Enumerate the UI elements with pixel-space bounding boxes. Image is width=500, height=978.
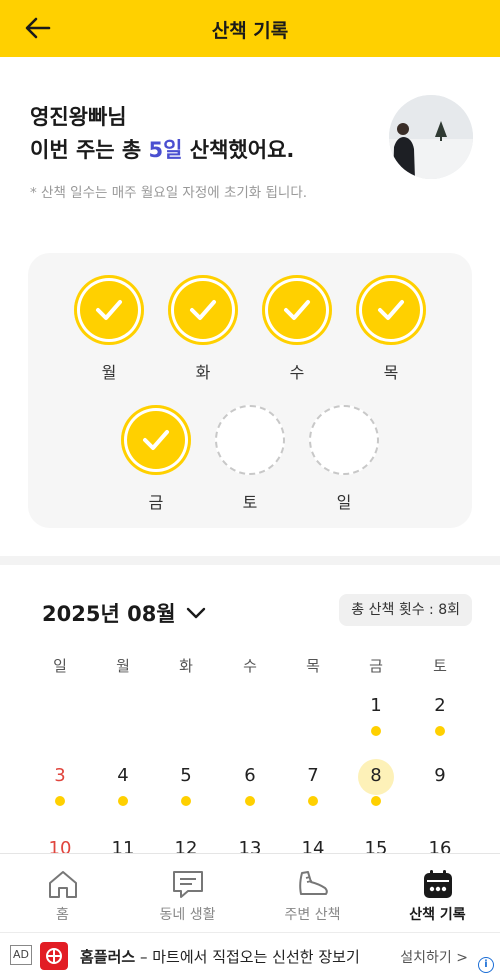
walk-dot — [118, 796, 128, 806]
section-divider — [0, 556, 500, 565]
page-title: 산책 기록 — [211, 20, 289, 42]
day-sun: 일 — [309, 405, 379, 513]
weekday-label: 금 — [369, 657, 383, 675]
check-icon — [143, 430, 169, 450]
ad-info-icon[interactable]: i — [478, 957, 494, 973]
walk-dot — [371, 796, 381, 806]
shoe-icon — [299, 871, 328, 895]
ad-tag: AD — [10, 945, 32, 965]
calendar-date[interactable]: 5 — [166, 765, 206, 786]
weekday-label: 화 — [179, 657, 193, 675]
weekday-label: 토 — [433, 657, 447, 675]
day-label: 토 — [242, 493, 258, 512]
weekly-summary: 이번 주는 총 5일 산책했어요. — [30, 134, 294, 164]
day-label: 월 — [101, 363, 117, 382]
app-header: 산책 기록 — [0, 0, 500, 57]
nav-label: 동네 생활 — [159, 907, 216, 923]
walk-dot — [181, 796, 191, 806]
check-icon — [190, 300, 216, 320]
day-label: 수 — [289, 363, 305, 382]
weekly-walk-card: 월 화 수 목 금 토 일 — [28, 253, 472, 528]
calendar-date[interactable]: 6 — [230, 765, 270, 786]
day-label: 화 — [195, 363, 211, 382]
day-tue: 화 — [168, 275, 238, 383]
check-icon — [284, 300, 310, 320]
walk-dot — [308, 796, 318, 806]
day-label: 금 — [148, 493, 164, 512]
day-label: 목 — [383, 363, 399, 382]
chat-icon — [173, 871, 203, 898]
user-name: 영진왕빠님 — [30, 105, 127, 129]
calendar-date[interactable]: 2 — [420, 695, 460, 716]
calendar-date[interactable]: 9 — [420, 765, 460, 786]
summary-prefix: 이번 주는 총 — [30, 138, 149, 162]
walk-dot — [435, 726, 445, 736]
walk-empty-badge — [215, 405, 285, 475]
calendar-date[interactable]: 4 — [103, 765, 143, 786]
weekday-label: 일 — [53, 657, 67, 675]
month-label: 2025년 08월 — [42, 602, 176, 626]
home-icon — [49, 871, 77, 898]
day-label: 일 — [336, 493, 352, 512]
calendar-date[interactable]: 3 — [40, 765, 80, 786]
walk-dot — [371, 726, 381, 736]
calendar-date[interactable]: 7 — [293, 765, 333, 786]
ad-brand: 홈플러스 — [80, 948, 136, 966]
bottom-nav: 홈 동네 생활 주변 산책 산책 기록 — [0, 853, 500, 931]
ad-copy: – 마트에서 직접오는 신선한 장보기 — [135, 948, 360, 966]
walk-done-badge — [356, 275, 426, 345]
walk-done-badge — [168, 275, 238, 345]
nav-home[interactable]: 홈 — [0, 854, 125, 932]
avatar-photo — [389, 95, 473, 179]
day-mon: 월 — [74, 275, 144, 383]
month-selector[interactable]: 2025년 08월 — [42, 598, 206, 628]
weekday-label: 월 — [116, 657, 130, 675]
weekday-label: 수 — [243, 657, 257, 675]
reset-notice: * 산책 일수는 매주 월요일 자정에 초기화 됩니다. — [30, 185, 308, 201]
weekday-label: 목 — [306, 657, 320, 675]
nav-label: 주변 산책 — [284, 907, 341, 923]
calendar-date[interactable]: 8 — [356, 765, 396, 786]
day-sat: 토 — [215, 405, 285, 513]
check-icon — [378, 300, 404, 320]
nav-nearby-walk[interactable]: 주변 산책 — [250, 854, 375, 932]
homeplus-logo-icon — [40, 942, 68, 970]
walk-dot — [55, 796, 65, 806]
nav-community[interactable]: 동네 생활 — [125, 854, 250, 932]
walk-done-badge — [262, 275, 332, 345]
total-walk-count: 총 산책 횟수 : 8회 — [339, 594, 472, 626]
day-thu: 목 — [356, 275, 426, 383]
ad-banner[interactable]: AD 홈플러스 – 마트에서 직접오는 신선한 장보기 설치하기 > i — [0, 932, 500, 978]
walk-empty-badge — [309, 405, 379, 475]
nav-label: 홈 — [56, 907, 69, 923]
summary-suffix: 산책했어요. — [182, 138, 295, 162]
day-wed: 수 — [262, 275, 332, 383]
walk-done-badge — [74, 275, 144, 345]
walk-day-count: 5일 — [148, 138, 183, 162]
walk-dot — [245, 796, 255, 806]
walk-done-badge — [121, 405, 191, 475]
nav-walk-record[interactable]: 산책 기록 — [375, 854, 500, 932]
calendar-icon — [424, 870, 452, 898]
day-fri: 금 — [121, 405, 191, 513]
nav-label: 산책 기록 — [409, 907, 466, 923]
ad-text: 홈플러스 – 마트에서 직접오는 신선한 장보기 — [80, 946, 360, 967]
calendar-date[interactable]: 1 — [356, 695, 396, 716]
ad-install-button[interactable]: 설치하기 > — [400, 947, 468, 967]
check-icon — [96, 300, 122, 320]
chevron-down-icon — [186, 607, 205, 619]
avatar[interactable] — [389, 95, 473, 179]
